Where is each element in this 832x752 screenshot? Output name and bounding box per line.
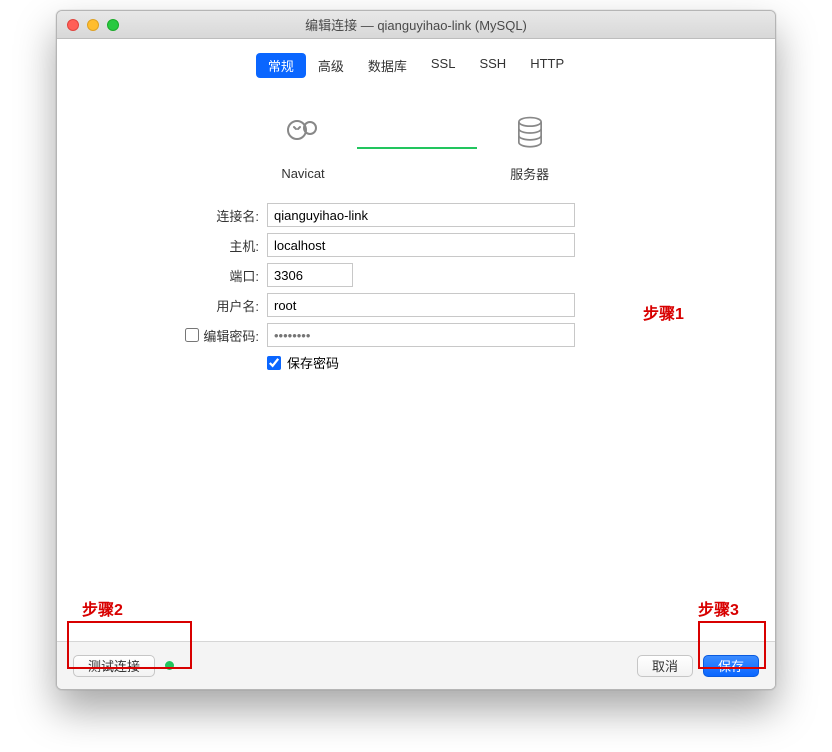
label-host: 主机: bbox=[57, 236, 267, 255]
footer: 测试连接 取消 保存 bbox=[57, 641, 775, 689]
label-edit-password: 编辑密码: bbox=[57, 326, 267, 345]
diagram-server: 服务器 bbox=[509, 112, 551, 183]
save-password-checkbox[interactable] bbox=[267, 356, 281, 370]
content-area: 常规 高级 数据库 SSL SSH HTTP Navicat bbox=[57, 39, 775, 689]
label-port: 端口: bbox=[57, 266, 267, 285]
tab-http[interactable]: HTTP bbox=[518, 53, 576, 78]
host-input[interactable] bbox=[267, 233, 575, 257]
status-indicator-icon bbox=[165, 661, 174, 670]
row-name: 连接名: bbox=[57, 203, 775, 227]
traffic-lights bbox=[67, 19, 119, 31]
dialog-window: 编辑连接 — qianguyihao-link (MySQL) 常规 高级 数据… bbox=[56, 10, 776, 690]
close-icon[interactable] bbox=[67, 19, 79, 31]
form: 连接名: 主机: 端口: 用户名: 编辑密码: bbox=[57, 193, 775, 372]
zoom-icon[interactable] bbox=[107, 19, 119, 31]
test-connection-button[interactable]: 测试连接 bbox=[73, 655, 155, 677]
tab-database[interactable]: 数据库 bbox=[356, 53, 419, 78]
row-port: 端口: bbox=[57, 263, 775, 287]
row-host: 主机: bbox=[57, 233, 775, 257]
navicat-icon bbox=[282, 114, 324, 156]
save-password-label: 保存密码 bbox=[287, 353, 339, 372]
titlebar: 编辑连接 — qianguyihao-link (MySQL) bbox=[57, 11, 775, 39]
tab-ssl[interactable]: SSL bbox=[419, 53, 468, 78]
connection-diagram: Navicat 服务器 bbox=[57, 82, 775, 193]
cancel-button[interactable]: 取消 bbox=[637, 655, 693, 677]
name-input[interactable] bbox=[267, 203, 575, 227]
window-title: 编辑连接 — qianguyihao-link (MySQL) bbox=[57, 15, 775, 34]
tab-ssh[interactable]: SSH bbox=[467, 53, 518, 78]
save-button[interactable]: 保存 bbox=[703, 655, 759, 677]
footer-right: 取消 保存 bbox=[637, 655, 759, 677]
diagram-client-label: Navicat bbox=[281, 166, 324, 181]
label-name: 连接名: bbox=[57, 206, 267, 225]
tabs-bar: 常规 高级 数据库 SSL SSH HTTP bbox=[57, 39, 775, 82]
diagram-connector bbox=[357, 147, 477, 149]
database-icon bbox=[509, 112, 551, 154]
row-password: 编辑密码: bbox=[57, 323, 775, 347]
edit-password-text: 编辑密码: bbox=[203, 326, 259, 345]
user-input[interactable] bbox=[267, 293, 575, 317]
diagram-client: Navicat bbox=[281, 114, 324, 181]
label-user: 用户名: bbox=[57, 296, 267, 315]
edit-password-checkbox[interactable] bbox=[185, 328, 199, 342]
minimize-icon[interactable] bbox=[87, 19, 99, 31]
tab-general[interactable]: 常规 bbox=[256, 53, 306, 78]
diagram-server-label: 服务器 bbox=[510, 164, 549, 183]
tab-advanced[interactable]: 高级 bbox=[306, 53, 356, 78]
row-user: 用户名: bbox=[57, 293, 775, 317]
port-input[interactable] bbox=[267, 263, 353, 287]
row-save-password: 保存密码 bbox=[267, 353, 775, 372]
password-input bbox=[267, 323, 575, 347]
